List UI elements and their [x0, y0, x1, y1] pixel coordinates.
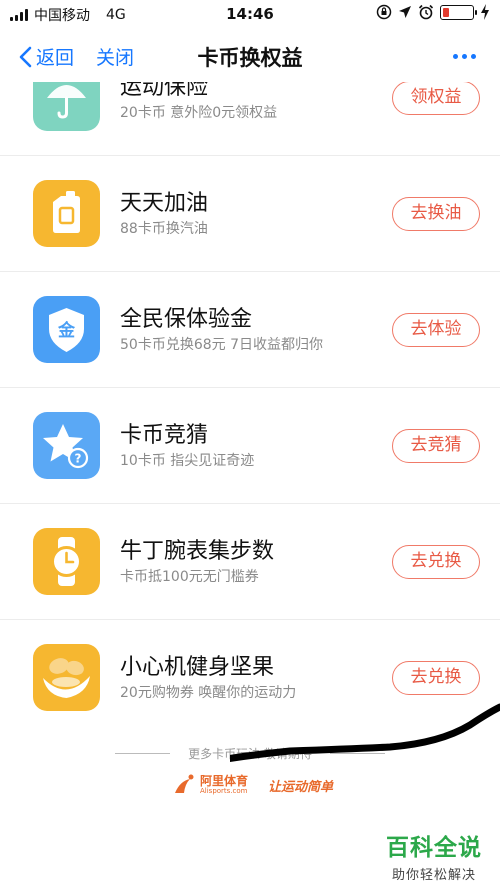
item-title: 小心机健身坚果	[120, 655, 275, 680]
redeem-watch-button[interactable]: 去兑换	[392, 545, 480, 579]
list-item[interactable]: ? 卡币竞猜 10卡币 指尖见证奇迹 去竞猜	[0, 388, 500, 504]
redeem-nuts-button[interactable]: 去兑换	[392, 661, 480, 695]
location-icon	[399, 6, 411, 18]
list-item[interactable]: 天天加油 88卡币换汽油 去换油	[0, 156, 500, 272]
watermark: 百科全说 助你轻松解决	[386, 828, 482, 883]
more-menu-button[interactable]	[453, 54, 476, 59]
nav-bar: 返回 关闭 卡币换权益	[0, 30, 500, 82]
charging-icon	[481, 4, 489, 20]
list-item[interactable]: 金 全民保体验金 50卡币兑换68元 7日收益都归你 去体验	[0, 272, 500, 388]
watermark-subtitle: 助你轻松解决	[391, 868, 476, 883]
more-dot-icon	[453, 54, 458, 59]
scribble-mark	[230, 703, 500, 762]
item-title: 卡币竞猜	[120, 423, 209, 448]
exchange-fuel-button[interactable]: 去换油	[392, 197, 480, 231]
fuel-can-icon	[33, 180, 100, 247]
watch-icon	[33, 528, 100, 595]
rotation-lock-icon	[376, 4, 392, 20]
item-title: 全民保体验金	[120, 307, 253, 332]
item-subtitle: 卡币抵100元无门槛券	[120, 569, 259, 585]
nuts-icon	[33, 644, 100, 711]
star-question-icon: ?	[33, 412, 100, 479]
item-subtitle: 10卡币 指尖见证奇迹	[120, 453, 255, 469]
alarm-icon	[418, 4, 434, 20]
page-title: 卡币换权益	[197, 46, 303, 70]
shield-coin-icon: 金	[33, 296, 100, 363]
go-guess-button[interactable]: 去竞猜	[392, 429, 480, 463]
list-item[interactable]: 牛丁腕表集步数 卡币抵100元无门槛券 去兑换	[0, 504, 500, 620]
svg-text:?: ?	[75, 452, 82, 466]
try-experience-button[interactable]: 去体验	[392, 313, 480, 347]
more-dot-icon	[471, 54, 476, 59]
svg-text:金: 金	[57, 320, 76, 341]
more-dot-icon	[462, 54, 467, 59]
item-title: 天天加油	[120, 191, 209, 216]
runner-icon	[175, 774, 194, 793]
item-subtitle: 88卡币换汽油	[120, 221, 208, 237]
battery-icon	[440, 4, 477, 20]
item-subtitle: 20卡币 意外险0元领权益	[120, 105, 278, 121]
item-subtitle: 50卡币兑换68元 7日收益都归你	[120, 337, 323, 353]
watermark-title: 百科全说	[386, 835, 482, 861]
status-bar: 中国移动 4G 14:46	[0, 0, 500, 30]
status-right	[376, 4, 490, 20]
brand-domain: Alisports.com	[200, 787, 248, 795]
claim-benefit-button[interactable]: 领权益	[392, 81, 480, 115]
item-title: 牛丁腕表集步数	[120, 539, 275, 564]
